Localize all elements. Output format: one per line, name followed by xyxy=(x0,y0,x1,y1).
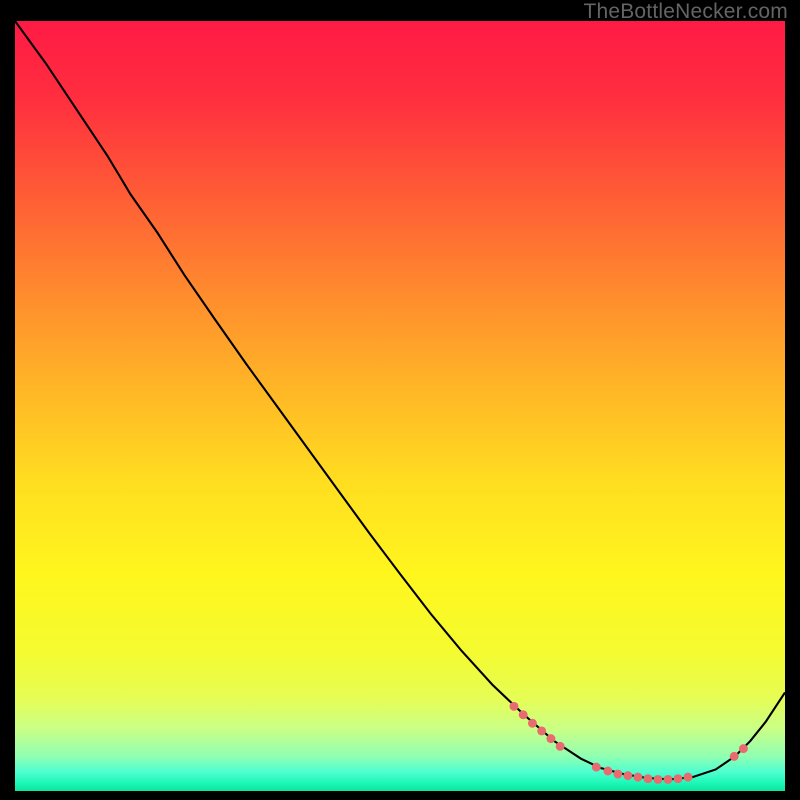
highlight-dot xyxy=(528,719,537,728)
highlight-dot xyxy=(739,744,748,753)
highlight-dot xyxy=(546,734,555,743)
highlight-dot xyxy=(592,763,601,772)
curve-layer xyxy=(15,21,785,791)
highlight-dot xyxy=(633,773,642,782)
highlight-dot xyxy=(556,742,565,751)
plot-area xyxy=(15,21,785,791)
highlight-dot xyxy=(663,775,672,784)
highlight-dot xyxy=(623,771,632,780)
highlight-dot xyxy=(509,702,518,711)
highlight-dot xyxy=(674,774,683,783)
highlight-dot xyxy=(613,770,622,779)
highlight-dot xyxy=(643,774,652,783)
highlight-dot xyxy=(603,767,612,776)
highlight-dot xyxy=(653,775,662,784)
highlight-dot xyxy=(730,752,739,761)
bottleneck-curve xyxy=(15,21,785,779)
highlight-dot xyxy=(519,710,528,719)
chart-stage: TheBottleNecker.com xyxy=(0,0,800,800)
highlight-dot xyxy=(537,726,546,735)
highlight-dot xyxy=(684,773,693,782)
